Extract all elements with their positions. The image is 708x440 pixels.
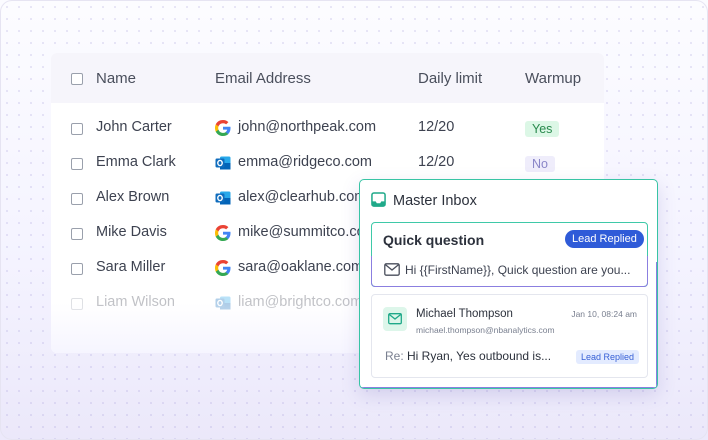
row-checkbox[interactable]: [71, 193, 83, 205]
table-header: Name Email Address Daily limit Warmup: [51, 53, 604, 103]
inbox-icon: [371, 192, 386, 207]
outlook-icon: [215, 191, 231, 205]
message-timestamp: Jan 10, 08:24 am: [571, 309, 637, 319]
outlook-icon: [215, 156, 231, 170]
inbox-title: Master Inbox: [393, 193, 477, 209]
row-email: alex@clearhub.com: [238, 189, 367, 205]
row-email: emma@ridgeco.com: [238, 154, 372, 170]
google-icon: [215, 120, 231, 136]
row-name: Alex Brown: [96, 189, 170, 205]
row-checkbox[interactable]: [71, 263, 83, 275]
message-preview: Hi Ryan, Yes outbound is...: [407, 349, 552, 363]
envelope-icon: [384, 263, 400, 276]
master-inbox-panel: Master Inbox Quick question Lead Replied…: [359, 179, 658, 389]
lead-replied-badge: Lead Replied: [565, 230, 644, 248]
table-row[interactable]: Emma Clark emma@ridgeco.com 12/20 No: [51, 146, 604, 181]
header-daily-limit[interactable]: Daily limit: [418, 70, 482, 87]
warmup-badge: No: [525, 156, 555, 172]
sender-avatar: [383, 307, 407, 331]
mail-reply-icon: [388, 313, 402, 325]
header-warmup[interactable]: Warmup: [525, 70, 581, 87]
sender-name: Michael Thompson: [416, 308, 513, 320]
reply-prefix: Re:: [385, 349, 404, 363]
row-email: mike@summitco.com: [238, 224, 377, 240]
row-checkbox[interactable]: [71, 228, 83, 240]
google-icon: [215, 225, 231, 241]
row-name: John Carter: [96, 119, 172, 135]
inbox-message-selected[interactable]: Quick question Lead Replied Hi {{FirstNa…: [371, 222, 648, 287]
row-daily-limit: 12/20: [418, 154, 455, 170]
inbox-message[interactable]: Michael Thompson michael.thompson@nbanal…: [371, 294, 648, 378]
header-name[interactable]: Name: [96, 70, 136, 87]
google-icon: [215, 260, 231, 276]
row-email: sara@oaklane.com: [238, 259, 364, 275]
header-email[interactable]: Email Address: [215, 70, 311, 87]
row-email: john@northpeak.com: [238, 119, 377, 135]
row-name: Emma Clark: [96, 154, 176, 170]
row-daily-limit: 12/20: [418, 119, 455, 135]
row-name: Mike Davis: [96, 224, 167, 240]
sender-email: michael.thompson@nbanalytics.com: [416, 325, 555, 335]
warmup-badge: Yes: [525, 121, 560, 137]
select-all-checkbox[interactable]: [71, 73, 83, 85]
message-preview: Hi {{FirstName}}, Quick question are you…: [405, 263, 631, 277]
row-checkbox[interactable]: [71, 123, 83, 135]
message-subject: Quick question: [383, 232, 485, 248]
lead-replied-badge: Lead Replied: [576, 350, 640, 364]
row-checkbox[interactable]: [71, 158, 83, 170]
app-frame: Name Email Address Daily limit Warmup Jo…: [0, 0, 708, 440]
row-name: Sara Miller: [96, 259, 166, 275]
table-row[interactable]: John Carter john@northpeak.com 12/20 Yes: [51, 111, 604, 146]
